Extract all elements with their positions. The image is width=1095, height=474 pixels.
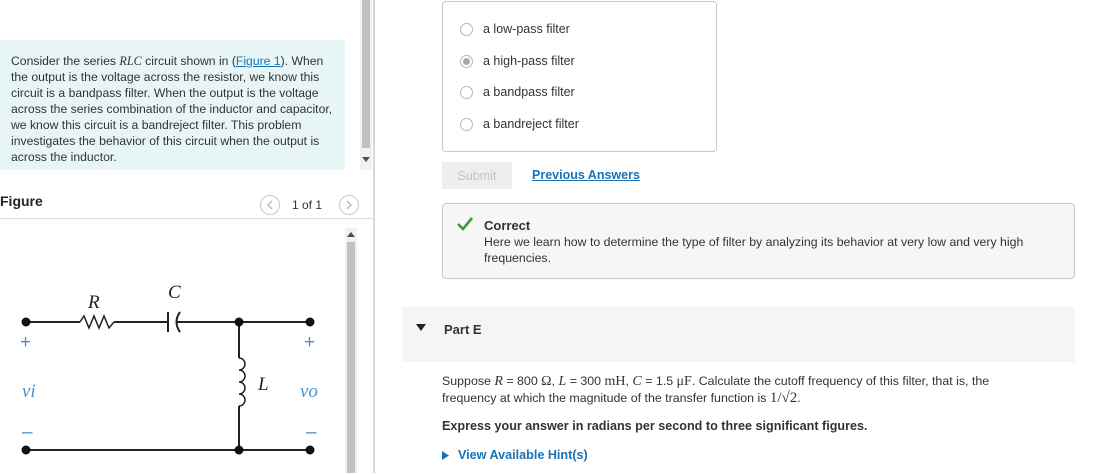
- problem-text: = 800: [502, 374, 542, 388]
- problem-text: .: [797, 391, 801, 405]
- option-label: a bandreject filter: [483, 117, 579, 131]
- input-plus: +: [20, 332, 31, 353]
- resistor-label: R: [87, 292, 100, 313]
- problem-text: . Calculate the cutoff frequency of this…: [691, 374, 990, 388]
- rlc-symbol: RLC: [119, 54, 142, 68]
- output-terminal-top: [305, 317, 315, 327]
- intro-text-2: circuit shown in (: [141, 54, 236, 68]
- previous-answers-link[interactable]: Previous Answers: [532, 168, 640, 182]
- part-e-header[interactable]: [402, 307, 1075, 362]
- input-terminal-top: [21, 317, 31, 327]
- view-hints-link[interactable]: View Available Hint(s): [442, 448, 588, 462]
- figure-link[interactable]: Figure 1: [236, 54, 281, 68]
- option-label: a bandpass filter: [483, 85, 575, 99]
- math-R: R: [494, 374, 503, 389]
- prev-figure-button[interactable]: [260, 195, 280, 215]
- intro-body: When the output is the voltage across th…: [11, 54, 333, 164]
- radio-button-selected[interactable]: [460, 54, 473, 68]
- radio-button[interactable]: [460, 85, 473, 99]
- math-uF: μF: [676, 374, 692, 389]
- part-e-problem: Suppose R = 800 Ω, L = 300 mH, C = 1.5 μ…: [442, 373, 1082, 407]
- output-terminal-bottom: [305, 445, 315, 455]
- collapse-arrow-icon[interactable]: [416, 324, 426, 332]
- option-low-pass[interactable]: a low-pass filter: [460, 22, 570, 36]
- feedback-box: Correct Here we learn how to determine t…: [442, 203, 1075, 279]
- submit-button[interactable]: Submit: [442, 162, 512, 189]
- option-label: a high-pass filter: [483, 54, 575, 68]
- option-label: a low-pass filter: [483, 22, 570, 36]
- math-C: C: [632, 374, 642, 389]
- check-icon: [457, 217, 473, 231]
- problem-line-1: Suppose R = 800 Ω, L = 300 mH, C = 1.5 μ…: [442, 373, 1082, 390]
- scrollbar-top-thumb[interactable]: [362, 0, 370, 148]
- panel-divider[interactable]: [373, 0, 375, 473]
- intro-text-3: ).: [280, 54, 289, 68]
- figure-counter: 1 of 1: [292, 198, 323, 212]
- rlc-circuit-diagram: R C L + vi – + vo –: [20, 282, 318, 455]
- scrollbar-top[interactable]: [360, 0, 372, 170]
- scroll-up-icon[interactable]: [347, 232, 355, 238]
- inductor-label: L: [257, 374, 269, 395]
- option-bandpass[interactable]: a bandpass filter: [460, 85, 575, 99]
- problem-text: = 1.5: [641, 374, 677, 388]
- caret-right-icon: [442, 450, 449, 460]
- part-e-label: Part E: [444, 322, 482, 337]
- problem-intro: Consider the series RLC circuit shown in…: [0, 40, 345, 170]
- node-top: [234, 317, 244, 327]
- scroll-down-icon[interactable]: [362, 157, 370, 163]
- figure-title: Figure: [0, 193, 43, 209]
- scrollbar-figure-thumb[interactable]: [347, 242, 355, 473]
- node-bottom: [234, 445, 244, 455]
- answer-options: a low-pass filter a high-pass filter a b…: [442, 1, 717, 152]
- input-voltage-label: vi: [22, 381, 36, 402]
- answer-instruction: Express your answer in radians per secon…: [442, 419, 868, 433]
- chevron-right-icon: [346, 200, 353, 210]
- feedback-title: Correct: [484, 218, 531, 233]
- math-mH: mH: [604, 374, 626, 389]
- problem-line-2: frequency at which the magnitude of the …: [442, 390, 1082, 407]
- feedback-text: Here we learn how to determine the type …: [484, 235, 1024, 265]
- problem-text: frequency at which the magnitude of the …: [442, 391, 770, 405]
- output-minus: –: [306, 422, 317, 443]
- hint-label: View Available Hint(s): [458, 448, 588, 462]
- option-high-pass[interactable]: a high-pass filter: [460, 54, 575, 68]
- input-minus: –: [22, 422, 33, 443]
- output-plus: +: [304, 332, 315, 353]
- problem-text: = 300: [566, 374, 605, 388]
- chevron-left-icon: [266, 200, 273, 210]
- math-ohm: Ω: [541, 374, 552, 389]
- scrollbar-figure[interactable]: [345, 228, 357, 473]
- output-voltage-label: vo: [300, 381, 318, 402]
- input-terminal-bottom: [21, 445, 31, 455]
- radio-button[interactable]: [460, 117, 473, 131]
- option-bandreject[interactable]: a bandreject filter: [460, 117, 579, 131]
- next-figure-button[interactable]: [339, 195, 359, 215]
- intro-text: Consider the series: [11, 54, 120, 68]
- capacitor-label: C: [168, 282, 181, 303]
- problem-text: Suppose: [442, 374, 495, 388]
- radio-button[interactable]: [460, 22, 473, 36]
- math-one-over-root-two: 1/√2: [769, 390, 798, 406]
